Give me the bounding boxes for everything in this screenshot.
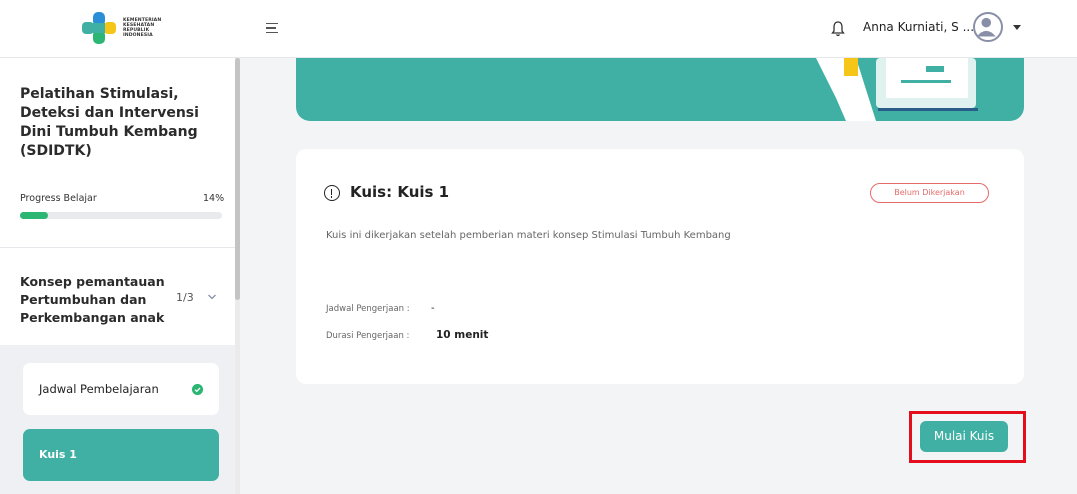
sidebar-divider <box>0 247 236 248</box>
user-name[interactable]: Anna Kurniati, S ... <box>863 20 974 34</box>
course-banner <box>296 58 1024 121</box>
sidebar-item-label: Jadwal Pembelajaran <box>39 382 159 396</box>
status-badge: Belum Dikerjakan <box>870 183 989 203</box>
sidebar: Pelatihan Stimulasi, Deteksi dan Interve… <box>0 58 236 494</box>
quiz-title: Kuis: Kuis 1 <box>350 183 450 201</box>
top-header: KEMENTERIAN KESEHATAN REPUBLIK INDONESIA… <box>0 0 1077 58</box>
progress-percent: 14% <box>203 193 225 204</box>
bell-icon[interactable] <box>830 20 846 38</box>
duration-value: 10 menit <box>436 329 489 341</box>
logo-line: INDONESIA <box>123 33 153 39</box>
sidebar-item-kuis-1[interactable]: Kuis 1 <box>23 429 219 481</box>
sidebar-item-label: Kuis 1 <box>39 448 77 461</box>
check-circle-icon <box>192 384 203 395</box>
schedule-label: Jadwal Pengerjaan : <box>326 304 410 314</box>
quiz-card: Kuis: Kuis 1 Belum Dikerjakan Kuis ini d… <box>296 149 1024 384</box>
module-title[interactable]: Konsep pemantauan Pertumbuhan dan Perkem… <box>20 273 170 327</box>
chevron-down-icon[interactable] <box>206 291 218 303</box>
progress-bar-fill <box>20 212 49 219</box>
sidebar-scrollbar[interactable] <box>235 58 240 300</box>
banner-illustration <box>816 58 978 121</box>
duration-label: Durasi Pengerjaan : <box>326 331 410 341</box>
module-count: 1/3 <box>176 291 194 304</box>
kemenkes-logo-icon <box>82 12 116 44</box>
kemenkes-logo[interactable]: KEMENTERIAN KESEHATAN REPUBLIK INDONESIA <box>78 8 178 48</box>
sidebar-item-jadwal[interactable]: Jadwal Pembelajaran <box>23 363 219 415</box>
quiz-description: Kuis ini dikerjakan setelah pemberian ma… <box>326 230 731 241</box>
start-quiz-button[interactable]: Mulai Kuis <box>920 421 1008 452</box>
caret-down-icon[interactable] <box>1013 25 1021 30</box>
alert-circle-icon <box>324 185 340 201</box>
logo-text: KEMENTERIAN KESEHATAN REPUBLIK INDONESIA <box>123 18 161 39</box>
schedule-value: - <box>431 303 435 314</box>
hamburger-icon[interactable] <box>266 23 278 34</box>
user-avatar-icon[interactable] <box>973 12 1003 42</box>
progress-bar <box>20 212 222 219</box>
course-title: Pelatihan Stimulasi, Deteksi dan Interve… <box>20 86 199 159</box>
progress-label: Progress Belajar <box>20 193 97 204</box>
